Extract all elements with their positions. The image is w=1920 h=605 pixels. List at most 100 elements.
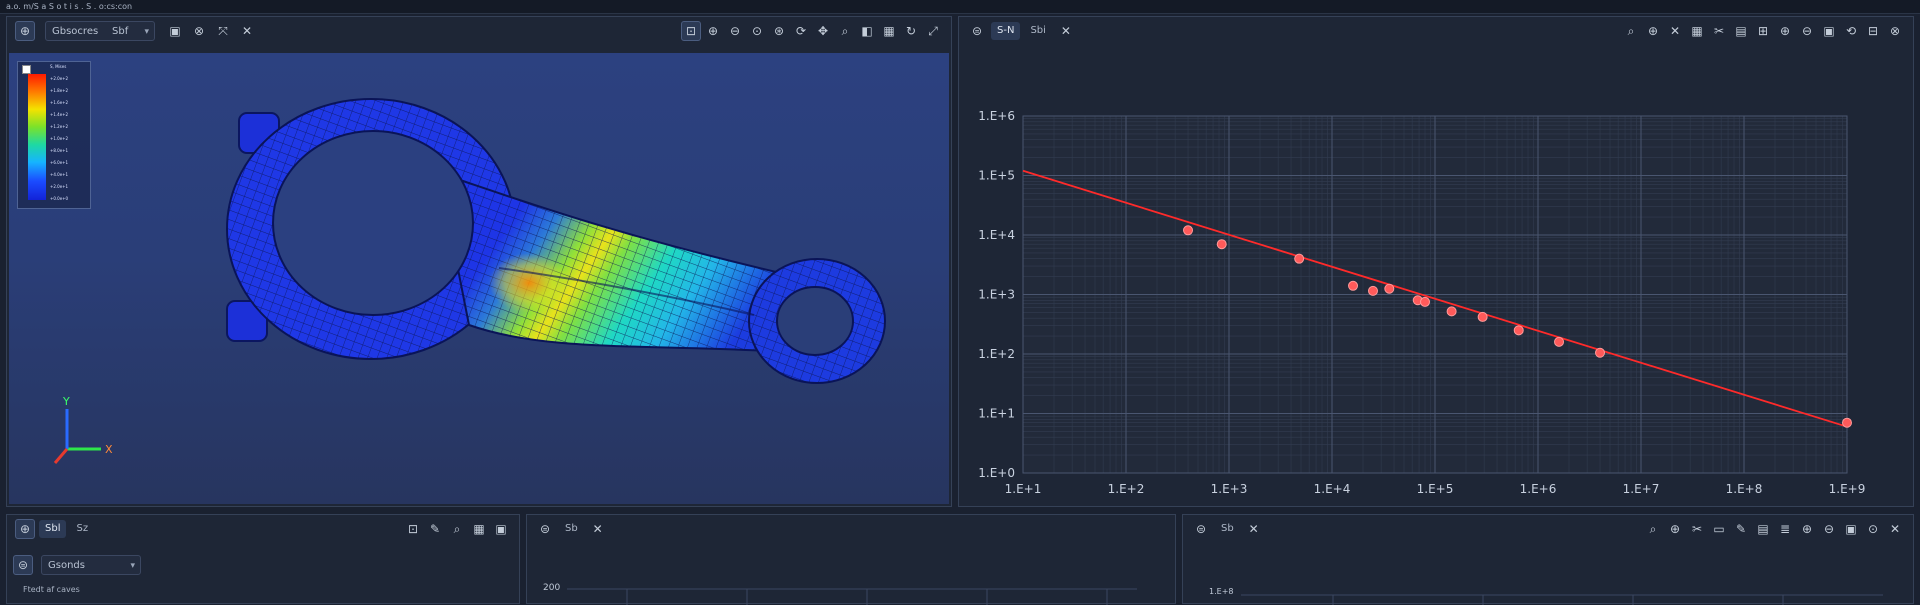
y-tick-label: 1.E+0 — [978, 466, 1015, 480]
box-icon[interactable]: ▣ — [1819, 21, 1839, 41]
chart-tools: ⌕ ⊕ ✕ ▦ ✂ ▤ ⊞ ⊕ ⊖ ▣ ⟲ ⊟ ⊗ — [1621, 21, 1905, 41]
copy-icon[interactable]: ⊟ — [1863, 21, 1883, 41]
view-selector-value: Gbsocres — [52, 26, 99, 37]
x-tick-label: 1.E+3 — [1211, 482, 1248, 496]
results-toolbar: ⊕ Sbl Sz ⊡ ✎ ⌕ ▦ ▣ — [7, 515, 519, 543]
close-tab-icon[interactable]: ✕ — [1056, 21, 1076, 41]
home-icon[interactable]: ⊜ — [967, 21, 987, 41]
plot3-gridlines — [1241, 594, 1883, 605]
app-title: a.o. m/S a S o t i s . S . o:cs:con — [6, 2, 133, 11]
x-tick-label: 1.E+6 — [1520, 482, 1557, 496]
edit-icon[interactable]: ✎ — [425, 519, 445, 539]
rotate-icon[interactable]: ⟳ — [791, 21, 811, 41]
tree-icon[interactable]: ⊗ — [189, 21, 209, 41]
x-tick-label: 1.E+2 — [1108, 482, 1145, 496]
y-tick-label: 1.E+2 — [978, 347, 1015, 361]
zoom-out-icon[interactable]: ⊖ — [1797, 21, 1817, 41]
axis-triad: X Y — [53, 395, 113, 464]
data-point — [1367, 285, 1378, 296]
data-point — [1842, 417, 1852, 428]
y-tick-label: 1.E+5 — [978, 169, 1015, 183]
select-tool-icon[interactable]: ⊕ — [15, 21, 35, 41]
zoom-out-icon[interactable]: ⊖ — [725, 21, 745, 41]
data-point — [1294, 253, 1305, 264]
y-tick-label: 1.E+1 — [978, 407, 1015, 421]
fullscreen-icon[interactable]: ⤢ — [923, 21, 943, 41]
zoom-in-icon[interactable]: ⊕ — [1775, 21, 1795, 41]
data-point — [1420, 296, 1431, 307]
data-point — [1348, 280, 1359, 291]
x-tick-label: 1.E+4 — [1314, 482, 1351, 496]
connecting-rod-model[interactable] — [9, 53, 949, 504]
chart-panel: ⊜ S-N Sbi ✕ ⌕ ⊕ ✕ ▦ ✂ ▤ ⊞ ⊕ ⊖ ▣ ⟲ ⊟ ⊗ 1.… — [958, 16, 1914, 507]
chart-toolbar: ⊜ S-N Sbi ✕ ⌕ ⊕ ✕ ▦ ✂ ▤ ⊞ ⊕ ⊖ ▣ ⟲ ⊟ ⊗ — [959, 17, 1913, 45]
data-point — [1595, 347, 1606, 358]
link-icon[interactable]: ⤧ — [213, 21, 233, 41]
tab-sz[interactable]: Sz — [70, 520, 94, 538]
results-panel: ⊕ Sbl Sz ⊡ ✎ ⌕ ▦ ▣ ⊜ Gsonds ▾ Ftedt af c… — [6, 514, 520, 604]
x-tick-label: 1.E+1 — [1005, 482, 1042, 496]
chevron-down-icon: ▾ — [144, 27, 149, 37]
select-tool-icon[interactable]: ⊕ — [15, 519, 35, 539]
y-tick-label: 1.E+6 — [978, 109, 1015, 123]
save-icon[interactable]: ⟲ — [1841, 21, 1861, 41]
viewport-toolbar: ⊕ Gbsocres Sbf ▾ ▣ ⊗ ⤧ ✕ ⊡ ⊕ ⊖ ⊙ ⊛ ⟳ ✥ ⌕… — [7, 17, 951, 45]
app-title-bar: a.o. m/S a S o t i s . S . o:cs:con — [0, 0, 1920, 14]
view-extra-label: Sbf — [112, 26, 129, 37]
zoom-box-icon[interactable]: ⊡ — [681, 21, 701, 41]
tab-sbl[interactable]: Sbl — [39, 520, 67, 538]
data-point — [1384, 283, 1395, 294]
tools-icon[interactable]: ✕ — [237, 21, 257, 41]
sn-curve-chart[interactable]: 1.E+1 1.E+2 1.E+3 1.E+4 1.E+5 1.E+6 1.E+7 1.E+8… — [959, 53, 1913, 506]
triad-y-label: Y — [62, 395, 70, 408]
tab-sn[interactable]: S-N — [991, 22, 1021, 40]
grid-icon[interactable]: ▦ — [1687, 21, 1707, 41]
viewport-view-tools: ⊡ ⊕ ⊖ ⊙ ⊛ ⟳ ✥ ⌕ ◧ ▦ ↻ ⤢ — [681, 21, 943, 41]
magnify-icon[interactable]: ⌕ — [835, 21, 855, 41]
triad-x-label: X — [105, 443, 113, 456]
grid-icon[interactable]: ▦ — [469, 519, 489, 539]
data-point — [1477, 311, 1488, 322]
view-selector[interactable]: Gbsocres Sbf ▾ — [45, 21, 155, 41]
plot-panel-2: ⊜ Sb ✕ 200 — [526, 514, 1176, 605]
plot2-gridlines — [567, 588, 1137, 605]
mesh-icon[interactable]: ▦ — [879, 21, 899, 41]
x-tick-label: 1.E+5 — [1417, 482, 1454, 496]
model-viewport[interactable]: S, Mises +2.0e+2 +1.8e+2 +1.6e+2 +1.4e+2… — [9, 53, 949, 504]
table-icon[interactable]: ▤ — [1731, 21, 1751, 41]
filter-icon[interactable]: ⊜ — [13, 555, 33, 575]
zoom-in-icon[interactable]: ⊕ — [703, 21, 723, 41]
zoom-box-icon[interactable]: ⊡ — [403, 519, 423, 539]
frame-icon[interactable]: ▣ — [491, 519, 511, 539]
cross-icon[interactable]: ✕ — [1665, 21, 1685, 41]
data-point — [1446, 306, 1457, 317]
refresh-icon[interactable]: ↻ — [901, 21, 921, 41]
results-label: Ftedt af caves — [23, 585, 80, 594]
y-tick-label: 1.E+3 — [978, 288, 1015, 302]
chevron-down-icon: ▾ — [130, 561, 135, 571]
shade-icon[interactable]: ◧ — [857, 21, 877, 41]
search-icon[interactable]: ⌕ — [447, 519, 467, 539]
data-point — [1554, 336, 1565, 347]
data-point — [1513, 325, 1524, 336]
tab-sbi[interactable]: Sbi — [1024, 22, 1051, 40]
close-icon[interactable]: ⊗ — [1885, 21, 1905, 41]
pan-icon[interactable]: ✥ — [813, 21, 833, 41]
data-point — [1216, 239, 1227, 250]
data-point — [1183, 225, 1194, 236]
zoom-select-icon[interactable]: ⊛ — [769, 21, 789, 41]
cut-icon[interactable]: ✂ — [1709, 21, 1729, 41]
viewport-panel: ⊕ Gbsocres Sbf ▾ ▣ ⊗ ⤧ ✕ ⊡ ⊕ ⊖ ⊙ ⊛ ⟳ ✥ ⌕… — [6, 16, 952, 507]
x-tick-label: 1.E+7 — [1623, 482, 1660, 496]
search-icon[interactable]: ⌕ — [1621, 21, 1641, 41]
y-tick-label: 1.E+4 — [978, 228, 1015, 242]
results-tools: ⊡ ✎ ⌕ ▦ ▣ — [403, 519, 511, 539]
axis-icon[interactable]: ⊞ — [1753, 21, 1773, 41]
x-tick-label: 1.E+8 — [1726, 482, 1763, 496]
zoom-fit-icon[interactable]: ⊙ — [747, 21, 767, 41]
x-tick-label: 1.E+9 — [1829, 482, 1866, 496]
results-selector[interactable]: Gsonds ▾ — [41, 555, 141, 575]
page-icon[interactable]: ▣ — [165, 21, 185, 41]
zoom-icon[interactable]: ⊕ — [1643, 21, 1663, 41]
plot-panel-3: ⊜ Sb ✕ ⌕ ⊕ ✂ ▭ ✎ ▤ ≣ ⊕ ⊖ ▣ ⊙ ✕ 1.E+8 — [1182, 514, 1914, 605]
